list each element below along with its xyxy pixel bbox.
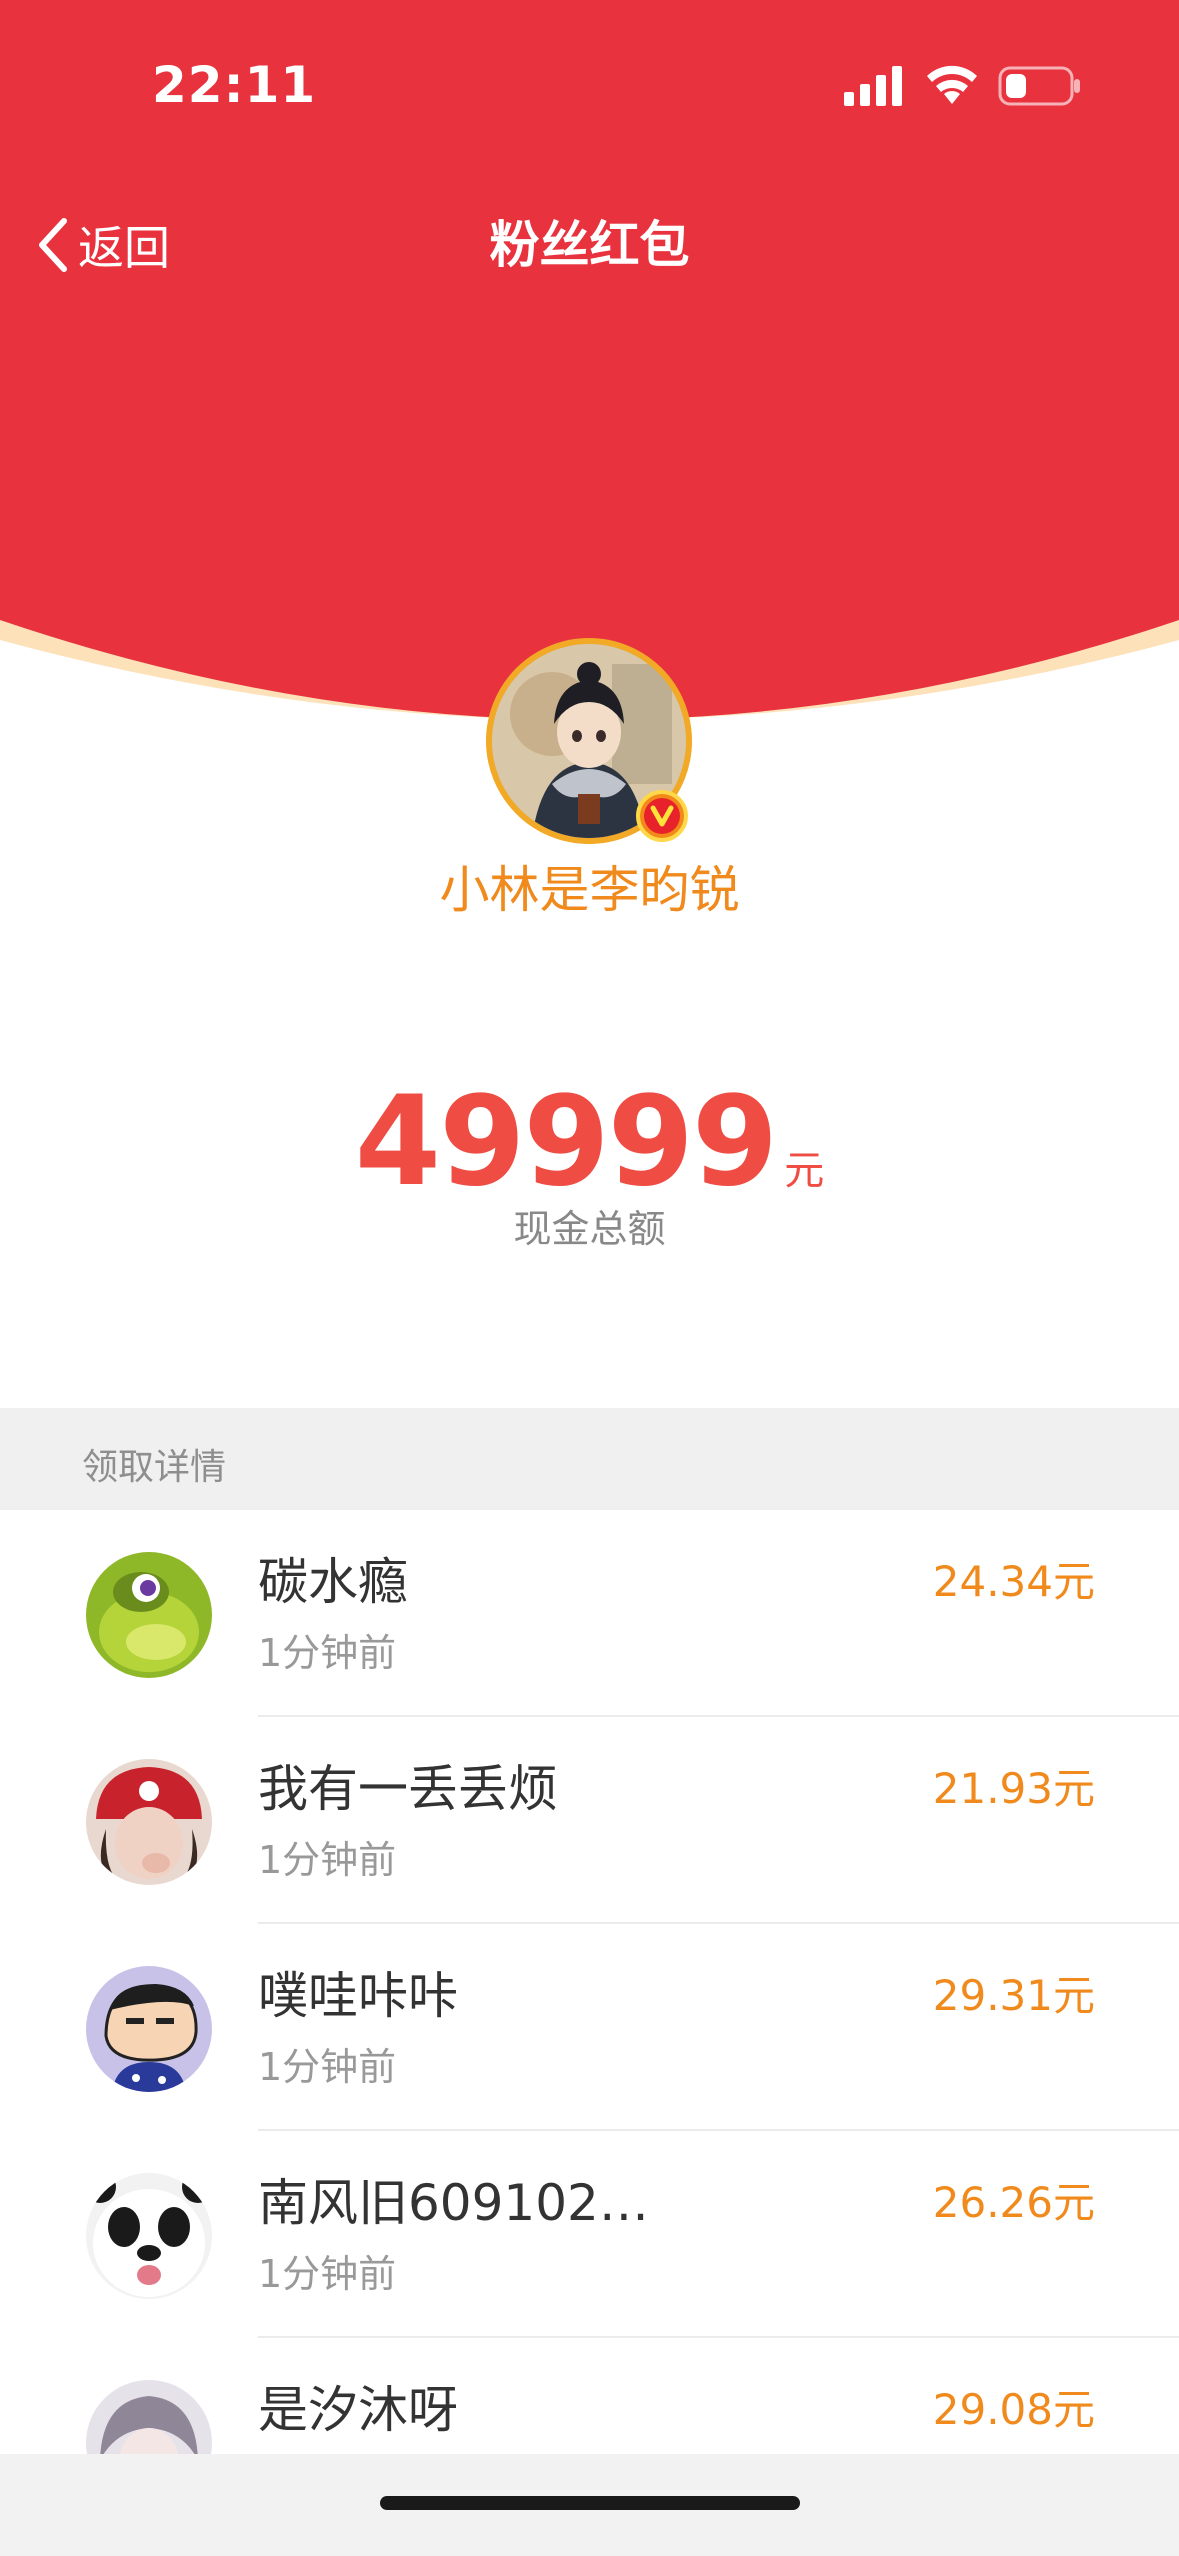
status-bar: 22:11 bbox=[0, 0, 1179, 150]
record-amount: 24.34元 bbox=[932, 1557, 1095, 1606]
list-item[interactable]: 碳水瘾 1分钟前 24.34元 bbox=[0, 1510, 1179, 1717]
section-header: 领取详情 bbox=[0, 1408, 1179, 1510]
record-time: 1分钟前 bbox=[258, 2045, 397, 2089]
amount-label: 现金总额 bbox=[513, 1207, 666, 1251]
sender-name[interactable]: 小林是李昀锐 bbox=[0, 850, 1179, 922]
list-item[interactable]: 南风旧609102… 1分钟前 26.26元 bbox=[0, 2131, 1179, 2338]
record-amount: 29.08元 bbox=[932, 2385, 1095, 2434]
total-amount: 49999 元 bbox=[0, 1070, 1179, 1214]
record-name: 是汐沐呀 bbox=[258, 2381, 458, 2439]
section-title: 领取详情 bbox=[82, 1447, 227, 1488]
avatar[interactable] bbox=[86, 1552, 212, 1678]
amount-unit: 元 bbox=[784, 1148, 825, 1194]
record-name: 噗哇咔咔 bbox=[258, 1967, 458, 2025]
signal-icon bbox=[844, 66, 902, 106]
record-amount: 21.93元 bbox=[932, 1764, 1095, 1813]
avatar[interactable] bbox=[86, 1759, 212, 1885]
record-amount: 26.26元 bbox=[932, 2178, 1095, 2227]
page-title: 粉丝红包 bbox=[489, 216, 690, 274]
claim-record-list: 碳水瘾 1分钟前 24.34元 我有一丢丢烦 1分钟前 21.93元 噗哇咔咔 … bbox=[0, 1510, 1179, 2545]
record-amount: 29.31元 bbox=[932, 1971, 1095, 2020]
avatar[interactable] bbox=[86, 2173, 212, 2299]
record-time: 1分钟前 bbox=[258, 1838, 397, 1882]
battery-icon bbox=[998, 66, 1080, 106]
record-time: 1分钟前 bbox=[258, 1631, 397, 1675]
record-name: 碳水瘾 bbox=[258, 1553, 408, 1611]
status-time: 22:11 bbox=[152, 56, 317, 114]
list-item[interactable]: 噗哇咔咔 1分钟前 29.31元 bbox=[0, 1924, 1179, 2131]
bottom-safe-area bbox=[0, 2454, 1179, 2556]
amount-value: 49999 bbox=[354, 1070, 778, 1214]
home-indicator[interactable] bbox=[380, 2496, 800, 2510]
record-time: 1分钟前 bbox=[258, 2252, 397, 2296]
navigation-bar: 返回 粉丝红包 bbox=[0, 200, 1179, 290]
wifi-icon bbox=[927, 65, 977, 104]
record-name: 南风旧609102… bbox=[258, 2174, 649, 2232]
verified-badge-icon bbox=[636, 790, 688, 842]
record-name: 我有一丢丢烦 bbox=[258, 1760, 558, 1818]
avatar[interactable] bbox=[86, 1966, 212, 2092]
list-item[interactable]: 我有一丢丢烦 1分钟前 21.93元 bbox=[0, 1717, 1179, 1924]
